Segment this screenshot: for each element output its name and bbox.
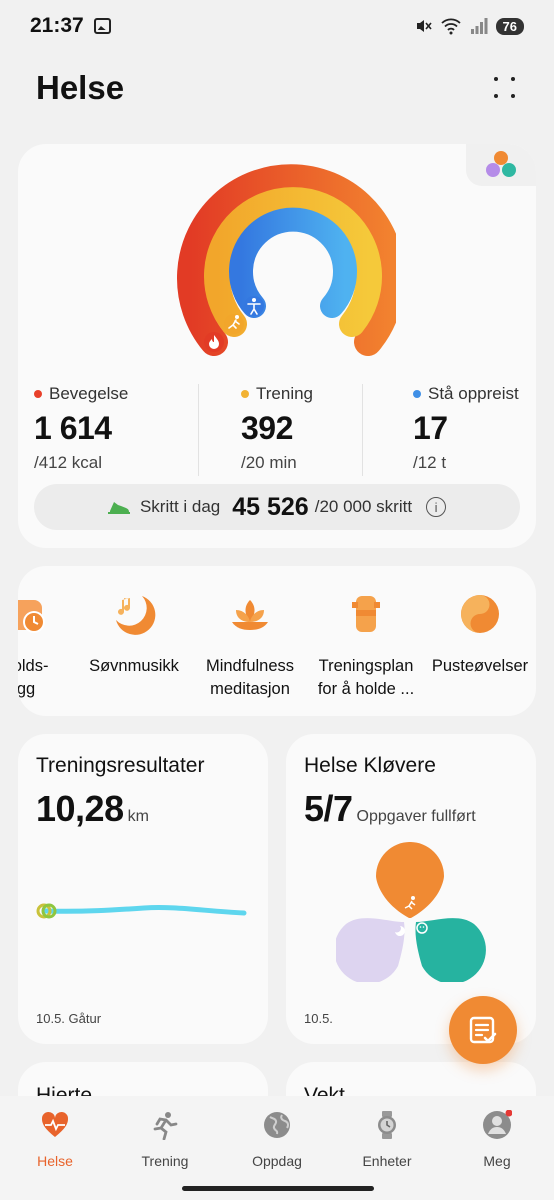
metric-value: 392 — [241, 410, 293, 446]
tab-enheter[interactable]: Enheter — [342, 1110, 432, 1169]
service-item[interactable]: nolds-gg — [18, 592, 66, 701]
gallery-notification-icon — [93, 18, 111, 34]
heart-icon — [41, 1111, 69, 1137]
home-indicator[interactable] — [182, 1186, 374, 1191]
app-header: Helse — [36, 66, 518, 110]
tab-trening[interactable]: Trening — [120, 1110, 210, 1169]
steps-summary[interactable]: Skritt i dag 45 526/20 000 skritt i — [34, 484, 520, 530]
tab-label: Oppdag — [252, 1153, 302, 1169]
stand-color-dot — [413, 390, 421, 398]
health-clover-card[interactable]: Helse Kløvere 5/7 Oppgaver fullført 10.5. — [286, 734, 536, 1044]
card-title: Helse Kløvere — [304, 754, 436, 777]
shoe-icon — [107, 502, 130, 514]
service-item[interactable]: Pusteøvelser — [428, 592, 532, 678]
service-label-line2: gg — [18, 680, 36, 698]
exercise-color-dot — [241, 390, 249, 398]
tab-helse[interactable]: Helse — [10, 1110, 100, 1169]
workout-distance: 10,28 — [36, 788, 124, 829]
profile-icon — [483, 1109, 513, 1139]
steps-goal: /20 000 skritt — [314, 497, 413, 516]
battery-indicator: 76 — [495, 17, 524, 35]
rings-view-toggle-icon[interactable] — [466, 144, 536, 186]
metric-goal: /12 t — [413, 453, 447, 472]
wifi-icon — [440, 18, 461, 35]
metric-stand[interactable]: Stå oppreist 17 /12 t — [362, 384, 532, 476]
page-title: Helse — [36, 69, 125, 106]
card-title: Treningsresultater — [36, 754, 205, 777]
service-label-line2: for å holde ... — [317, 680, 415, 698]
tab-label: Meg — [483, 1153, 511, 1169]
clover-subtitle: Oppgaver fullført — [356, 808, 476, 825]
music-moon-icon — [116, 596, 156, 635]
clock-icon — [18, 600, 45, 633]
service-item[interactable]: Mindfulness meditasjon — [200, 592, 300, 701]
checklist-icon — [469, 1016, 497, 1044]
move-color-dot — [34, 390, 42, 398]
metric-value: 17 — [413, 410, 448, 446]
tab-label: Trening — [141, 1153, 189, 1169]
service-item[interactable]: Søvnmusikk — [82, 592, 186, 678]
metric-goal: /412 kcal — [34, 453, 103, 472]
route-trace — [36, 903, 247, 919]
clover-footer: 10.5. — [304, 1011, 333, 1026]
ring-metrics: Bevegelse 1 614 /412 kcal Trening 392 /2… — [34, 384, 534, 476]
distance-unit: km — [127, 808, 149, 825]
tab-label: Helse — [37, 1153, 73, 1169]
metric-label: Bevegelse — [49, 384, 129, 403]
service-label: Pusteøvelser — [431, 657, 529, 675]
metric-label: Stå oppreist — [428, 384, 519, 403]
bottom-tab-bar: Helse Trening Oppdag Enheter Meg — [0, 1096, 554, 1200]
status-time: 21:37 — [30, 14, 84, 37]
activity-rings-card[interactable]: Bevegelse 1 614 /412 kcal Trening 392 /2… — [18, 144, 536, 548]
metric-exercise[interactable]: Trening 392 /20 min — [198, 384, 362, 476]
steps-label: Skritt i dag — [139, 497, 221, 516]
breathing-icon — [461, 595, 499, 633]
info-icon[interactable]: i — [426, 497, 447, 517]
metric-goal: /20 min — [241, 453, 297, 472]
clover-graphic — [336, 842, 486, 982]
signal-icon — [470, 18, 488, 34]
steps-value: 45 526 — [232, 492, 309, 521]
clover-progress: 5/7 — [304, 788, 353, 829]
stand-ring-person-icon — [244, 296, 264, 316]
service-label-line2: meditasjon — [210, 680, 290, 698]
lotus-icon — [232, 600, 268, 630]
tab-label: Enheter — [362, 1153, 412, 1169]
service-label: nolds- — [18, 657, 49, 675]
move-ring-flame-icon — [204, 332, 224, 352]
mute-icon — [416, 20, 432, 32]
status-bar: 21:37 76 — [0, 0, 554, 52]
workout-footer: 10.5. Gåtur — [36, 1011, 102, 1026]
edit-cards-button[interactable] — [449, 996, 517, 1064]
exercise-ring-runner-icon — [224, 314, 244, 334]
service-item[interactable]: Treningsplan for å holde ... — [314, 592, 418, 701]
workout-results-card[interactable]: Treningsresultater 10,28 km 10.5. Gåtur — [18, 734, 268, 1044]
services-carousel[interactable]: nolds-gg Søvnmusikk Mindfulness meditasjo… — [18, 566, 536, 716]
activity-rings — [177, 164, 396, 356]
status-indicators: 76 — [414, 17, 524, 35]
metric-label: Trening — [256, 384, 314, 403]
metric-move[interactable]: Bevegelse 1 614 /412 kcal — [34, 384, 198, 476]
tab-meg[interactable]: Meg — [452, 1109, 542, 1169]
tab-oppdag[interactable]: Oppdag — [232, 1110, 322, 1169]
runner-icon — [153, 1112, 178, 1141]
globe-icon — [264, 1112, 290, 1138]
service-label: Søvnmusikk — [89, 657, 179, 675]
more-options-icon[interactable] — [492, 75, 518, 101]
service-label: Mindfulness — [205, 657, 295, 675]
service-label: Treningsplan — [318, 657, 414, 675]
metric-value: 1 614 — [34, 410, 112, 446]
watch-icon — [378, 1111, 396, 1139]
body-icon — [352, 596, 380, 632]
